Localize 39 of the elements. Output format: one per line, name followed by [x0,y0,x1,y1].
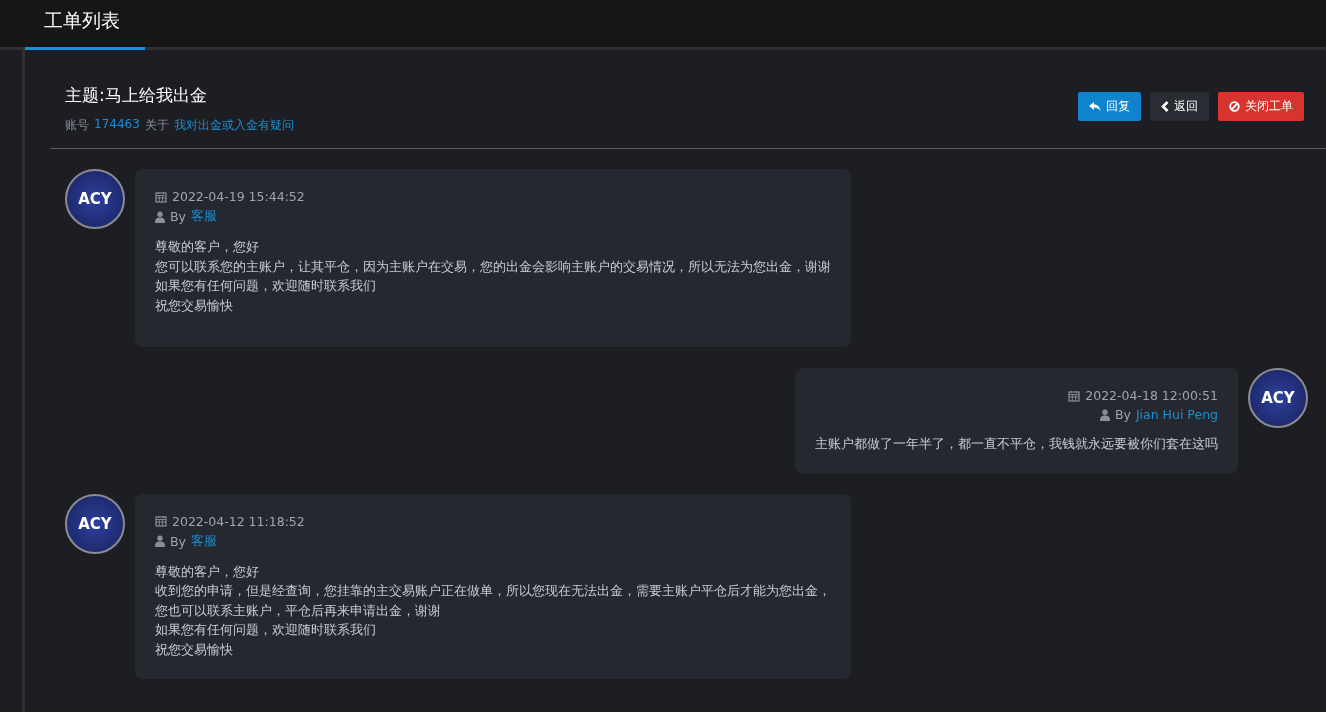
chevron-left-icon [1161,101,1169,112]
category-link[interactable]: 我对出金或入金有疑问 [173,117,294,134]
by-label: By [170,209,186,224]
calendar-icon [155,515,167,527]
message-time: 2022-04-12 11:18:52 [172,513,305,529]
message-line: 您可以联系您的主账户，让其平仓，因为主账户在交易，您的出金会影响主账户的交易情况，所以无法为您出金，谢谢 [155,257,831,276]
user-icon [1099,408,1110,421]
author-link[interactable]: 客服 [191,208,217,225]
ban-icon [1229,101,1240,112]
calendar-icon [1068,389,1081,402]
account-label: 账号 [65,117,89,134]
message-line: 主账户都做了一年半了，都一直不平仓，我钱就永远要被你们套在这吗 [815,435,1218,453]
message-time: 2022-04-18 12:00:51 [1085,388,1218,403]
message-line: 如果您有任何问题，欢迎随时联系我们 [155,277,377,295]
message-line: 祝您交易愉快 [155,640,234,659]
author-link[interactable]: Jian Hui Peng [1135,407,1218,422]
message-line: 祝您交易愉快 [155,296,234,315]
tab[interactable]: 工单列表 [25,0,145,50]
back-button[interactable]: 返回 [1150,92,1209,121]
avatar-logo: ACY [1248,368,1308,428]
calendar-icon [155,190,167,203]
avatar-logo: ACY [65,169,125,229]
avatar-logo: ACY [65,493,125,554]
message-line: 收到您的申请，但是经查询，您挂靠的主交易账户正在做单，所以您现在无法出金，需要主账户平仓后才能为您出金，您也可以联系主账户，平仓后再来申请出金，谢谢 [155,582,831,620]
message-line: 如果您有任何问题，欢迎随时联系我们 [155,621,377,639]
reply-arrow-icon [1089,101,1101,112]
close-button[interactable]: 关闭工单 [1218,92,1304,121]
message-line: 尊敬的客户，您好 [155,238,260,256]
user-icon [155,210,165,223]
by-label: By [170,533,186,549]
author-link[interactable]: 客服 [191,532,217,550]
message-line: 尊敬的客户，您好 [155,562,260,581]
reply-button[interactable]: 回复 [1078,92,1141,121]
message-time: 2022-04-19 15:44:52 [172,189,305,204]
user-icon [155,535,165,547]
by-label: By [1114,407,1131,422]
account-link[interactable]: 174463 [94,117,140,134]
ticket-title: 主题:马上给我出金 [65,84,208,107]
about-label: 关于 [144,117,169,134]
